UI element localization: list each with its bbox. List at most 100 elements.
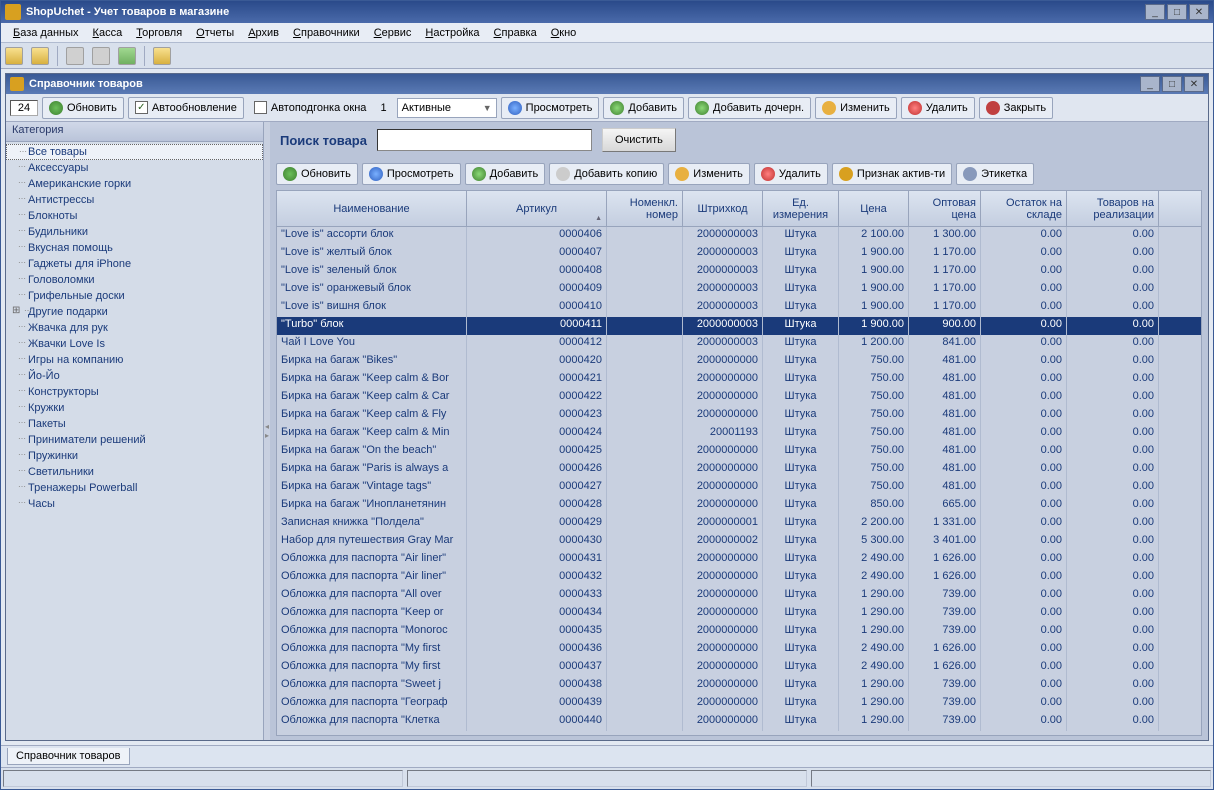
category-item[interactable]: Йо-Йо	[6, 368, 263, 384]
column-header[interactable]: Оптовая цена	[909, 191, 981, 226]
category-item[interactable]: Блокноты	[6, 208, 263, 224]
view-button[interactable]: Просмотреть	[501, 97, 600, 119]
titlebar[interactable]: ShopUchet - Учет товаров в магазине _ □ …	[1, 1, 1213, 23]
category-item[interactable]: Жвачка для рук	[6, 320, 263, 336]
table-row[interactable]: Обложка для паспорта "Monoroс00004352000…	[277, 623, 1201, 641]
table-row[interactable]: Бирка на багаж "Bikes"00004202000000000Ш…	[277, 353, 1201, 371]
column-header[interactable]: Штрихкод	[683, 191, 763, 226]
category-item[interactable]: Конструкторы	[6, 384, 263, 400]
category-item[interactable]: Грифельные доски	[6, 288, 263, 304]
refresh-button[interactable]: Обновить	[42, 97, 124, 119]
table-row[interactable]: Бирка на багаж "Keep calm & Fly000042320…	[277, 407, 1201, 425]
category-item[interactable]: Приниматели решений	[6, 432, 263, 448]
toolbar-icon-3[interactable]	[66, 47, 84, 65]
category-item[interactable]: Пакеты	[6, 416, 263, 432]
column-header[interactable]: Ед. измерения	[763, 191, 839, 226]
grid-header[interactable]: НаименованиеАртикулНоменкл. номерШтрихко…	[277, 191, 1201, 227]
toolbar-icon-1[interactable]	[5, 47, 23, 65]
column-header[interactable]: Цена	[839, 191, 909, 226]
menu-Окно[interactable]: Окно	[545, 25, 583, 41]
add-button[interactable]: Добавить	[603, 97, 684, 119]
menu-Справочники[interactable]: Справочники	[287, 25, 366, 41]
table-row[interactable]: "Turbo" блок00004112000000003Штука1 900.…	[277, 317, 1201, 335]
table-row[interactable]: Бирка на багаж "Keep calm & Min000042420…	[277, 425, 1201, 443]
table-row[interactable]: "Love is" желтый блок00004072000000003Шт…	[277, 245, 1201, 263]
table-row[interactable]: Бирка на багаж "Инопланетянин00004282000…	[277, 497, 1201, 515]
category-item[interactable]: Аксессуары	[6, 160, 263, 176]
table-row[interactable]: Обложка для паспорта "Air liner"00004322…	[277, 569, 1201, 587]
column-header[interactable]: Наименование	[277, 191, 467, 226]
table-row[interactable]: Обложка для паспорта "Air liner"00004312…	[277, 551, 1201, 569]
table-row[interactable]: Обложка для паспорта "Keep or00004342000…	[277, 605, 1201, 623]
category-item[interactable]: Часы	[6, 496, 263, 512]
close-panel-button[interactable]: Закрыть	[979, 97, 1053, 119]
category-item[interactable]: Гаджеты для iPhone	[6, 256, 263, 272]
grid-addcopy-button[interactable]: Добавить копию	[549, 163, 664, 185]
table-row[interactable]: Чай I Love You00004122000000003Штука1 20…	[277, 335, 1201, 353]
maximize-button[interactable]: □	[1167, 4, 1187, 20]
menu-Отчеты[interactable]: Отчеты	[190, 25, 240, 41]
table-row[interactable]: Обложка для паспорта "Sweet j00004382000…	[277, 677, 1201, 695]
grid-sign-button[interactable]: Признак актив-ти	[832, 163, 952, 185]
toolbar-icon-6[interactable]	[153, 47, 171, 65]
category-item[interactable]: Тренажеры Powerball	[6, 480, 263, 496]
table-row[interactable]: "Love is" ассорти блок00004062000000003Ш…	[277, 227, 1201, 245]
menu-Справка[interactable]: Справка	[488, 25, 543, 41]
search-input[interactable]	[377, 129, 592, 151]
minimize-button[interactable]: _	[1145, 4, 1165, 20]
menu-Архив[interactable]: Архив	[242, 25, 285, 41]
sub-minimize-button[interactable]: _	[1140, 76, 1160, 92]
column-header[interactable]: Артикул	[467, 191, 607, 226]
toolbar-icon-2[interactable]	[31, 47, 49, 65]
category-item[interactable]: Светильники	[6, 464, 263, 480]
table-row[interactable]: Набор для путешествия Gray Mar0000430200…	[277, 533, 1201, 551]
table-row[interactable]: Бирка на багаж "On the beach"00004252000…	[277, 443, 1201, 461]
category-item[interactable]: Другие подарки	[6, 304, 263, 320]
table-row[interactable]: Обложка для паспорта "All over0000433200…	[277, 587, 1201, 605]
column-header[interactable]: Остаток на складе	[981, 191, 1067, 226]
toolbar-icon-4[interactable]	[92, 47, 110, 65]
category-item[interactable]: Игры на компанию	[6, 352, 263, 368]
close-button[interactable]: ✕	[1189, 4, 1209, 20]
grid-refresh-button[interactable]: Обновить	[276, 163, 358, 185]
category-item[interactable]: Жвачки Love Is	[6, 336, 263, 352]
column-header[interactable]: Номенкл. номер	[607, 191, 683, 226]
clear-search-button[interactable]: Очистить	[602, 128, 676, 152]
toolbar-icon-5[interactable]	[118, 47, 136, 65]
column-header[interactable]: Товаров на реализации	[1067, 191, 1159, 226]
menu-Касса[interactable]: Касса	[87, 25, 129, 41]
table-row[interactable]: "Love is" оранжевый блок0000409200000000…	[277, 281, 1201, 299]
table-row[interactable]: Бирка на багаж "Paris is always a0000426…	[277, 461, 1201, 479]
status-filter-dropdown[interactable]: Активные▼	[397, 98, 497, 118]
grid-delete-button[interactable]: Удалить	[754, 163, 828, 185]
table-row[interactable]: Бирка на багаж "Keep calm & Car000042220…	[277, 389, 1201, 407]
table-row[interactable]: Бирка на багаж "Vintage tags"00004272000…	[277, 479, 1201, 497]
category-list[interactable]: Все товарыАксессуарыАмериканские горкиАн…	[6, 142, 263, 740]
menu-Торговля[interactable]: Торговля	[130, 25, 188, 41]
category-item[interactable]: Будильники	[6, 224, 263, 240]
add-child-button[interactable]: Добавить дочерн.	[688, 97, 811, 119]
sub-close-button[interactable]: ✕	[1184, 76, 1204, 92]
table-row[interactable]: Обложка для паспорта "My first0000436200…	[277, 641, 1201, 659]
autoupdate-toggle[interactable]: Автообновление	[128, 97, 244, 119]
grid-add-button[interactable]: Добавить	[465, 163, 546, 185]
footer-tab[interactable]: Справочник товаров	[7, 748, 130, 765]
menu-Настройка[interactable]: Настройка	[419, 25, 485, 41]
catalog-titlebar[interactable]: Справочник товаров _ □ ✕	[6, 74, 1208, 94]
table-row[interactable]: Обложка для паспорта "My first0000437200…	[277, 659, 1201, 677]
table-row[interactable]: Обложка для паспорта "Клетка000044020000…	[277, 713, 1201, 731]
menu-База данных[interactable]: База данных	[7, 25, 85, 41]
category-item[interactable]: Все товары	[6, 144, 263, 160]
grid-label-button[interactable]: Этикетка	[956, 163, 1034, 185]
table-row[interactable]: "Love is" вишня блок00004102000000003Шту…	[277, 299, 1201, 317]
grid-body[interactable]: "Love is" ассорти блок00004062000000003Ш…	[277, 227, 1201, 735]
category-item[interactable]: Пружинки	[6, 448, 263, 464]
page-size-input[interactable]: 24	[10, 100, 38, 116]
table-row[interactable]: "Love is" зеленый блок00004082000000003Ш…	[277, 263, 1201, 281]
category-item[interactable]: Американские горки	[6, 176, 263, 192]
table-row[interactable]: Обложка для паспорта "Географ00004392000…	[277, 695, 1201, 713]
category-item[interactable]: Кружки	[6, 400, 263, 416]
category-item[interactable]: Антистрессы	[6, 192, 263, 208]
category-item[interactable]: Головоломки	[6, 272, 263, 288]
grid-view-button[interactable]: Просмотреть	[362, 163, 461, 185]
